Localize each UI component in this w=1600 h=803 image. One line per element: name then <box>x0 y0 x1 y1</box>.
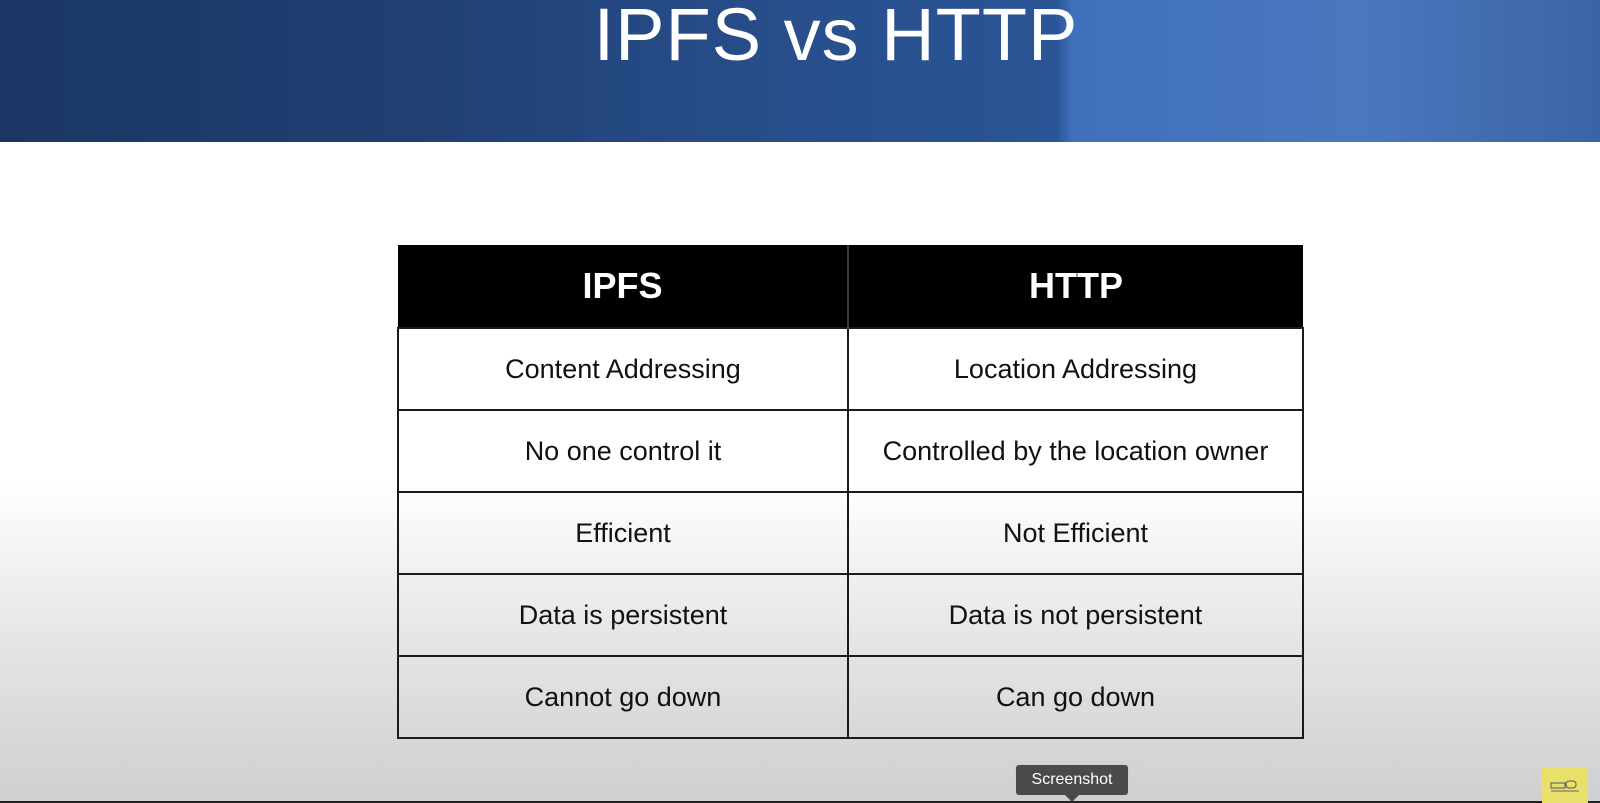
table-row: Data is persistent Data is not persisten… <box>397 573 1304 657</box>
table-cell: Data is not persistent <box>847 573 1304 657</box>
table-cell: Data is persistent <box>397 573 849 657</box>
column-header-ipfs: IPFS <box>398 245 849 328</box>
table-header-row: IPFS HTTP <box>398 245 1303 328</box>
comparison-table: IPFS HTTP Content Addressing Location Ad… <box>397 245 1304 739</box>
column-header-http: HTTP <box>848 245 1303 328</box>
table-row: Efficient Not Efficient <box>397 491 1304 575</box>
table-cell: Location Addressing <box>847 327 1304 411</box>
table-cell: Can go down <box>847 655 1304 739</box>
table-row: Cannot go down Can go down <box>397 655 1304 739</box>
table-row: No one control it Controlled by the loca… <box>397 409 1304 493</box>
table-row: Content Addressing Location Addressing <box>397 327 1304 411</box>
channel-logo-icon[interactable] <box>1542 767 1588 803</box>
table-cell: No one control it <box>397 409 849 493</box>
table-cell: Controlled by the location owner <box>847 409 1304 493</box>
table-cell: Cannot go down <box>397 655 849 739</box>
tooltip-label: Screenshot <box>1015 764 1129 796</box>
slide-title: IPFS vs HTTP <box>593 0 1079 76</box>
table-cell: Not Efficient <box>847 491 1304 575</box>
screenshot-tooltip: Screenshot <box>1015 764 1129 803</box>
title-banner: IPFS vs HTTP <box>0 0 1600 142</box>
video-frame: IPFS vs HTTP IPFS HTTP Content Addressin… <box>0 0 1600 803</box>
table-cell: Efficient <box>397 491 849 575</box>
table-cell: Content Addressing <box>397 327 849 411</box>
channel-logo-graphic <box>1550 780 1579 792</box>
